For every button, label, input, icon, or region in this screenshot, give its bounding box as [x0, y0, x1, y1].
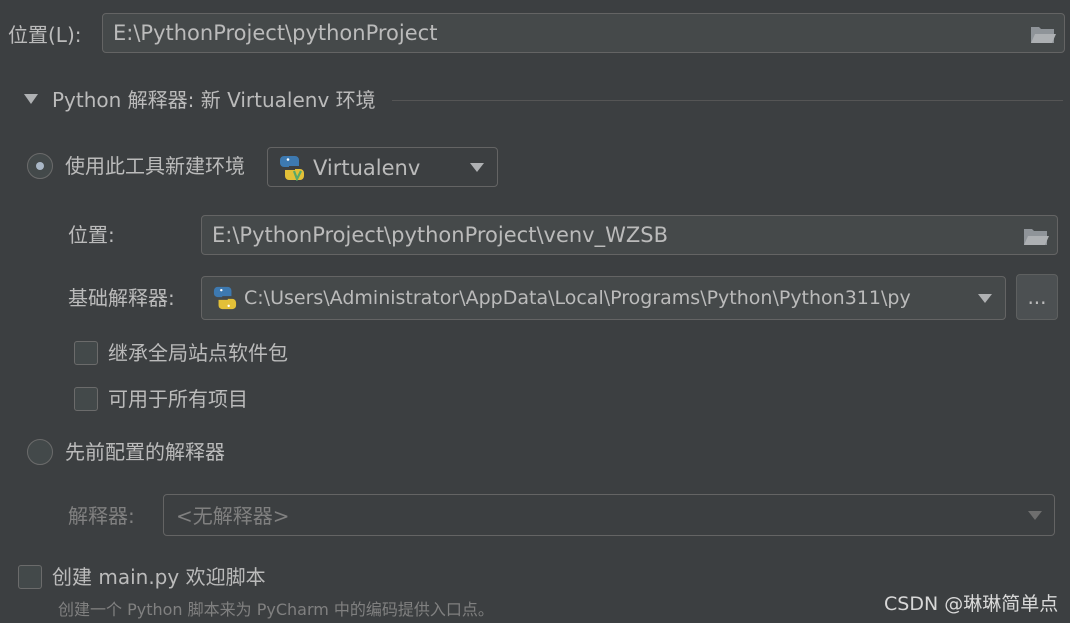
env-tool-selected: Virtualenv: [313, 156, 421, 180]
section-separator: [392, 100, 1063, 101]
base-interpreter-dropdown[interactable]: C:\Users\Administrator\AppData\Local\Pro…: [201, 276, 1006, 320]
virtualenv-icon: [280, 156, 304, 181]
chevron-down-icon: [470, 163, 484, 172]
available-all-projects-checkbox[interactable]: [74, 387, 98, 411]
new-env-radio[interactable]: [27, 153, 53, 179]
project-location-field[interactable]: E:\PythonProject\pythonProject: [102, 13, 1065, 53]
base-interpreter-value: C:\Users\Administrator\AppData\Local\Pro…: [244, 287, 911, 309]
previous-env-radio-label[interactable]: 先前配置的解释器: [65, 439, 225, 465]
interpreter-section-title[interactable]: Python 解释器: 新 Virtualenv 环境: [52, 87, 376, 113]
chevron-down-icon: [1028, 511, 1042, 520]
existing-interpreter-value: <无解释器>: [176, 504, 290, 528]
chevron-down-icon: [978, 294, 992, 303]
existing-interpreter-dropdown[interactable]: <无解释器>: [163, 494, 1055, 536]
existing-interpreter-label: 解释器:: [68, 504, 135, 528]
venv-location-label: 位置:: [68, 223, 115, 247]
folder-icon[interactable]: [1030, 24, 1056, 44]
radio-selected-dot: [36, 162, 44, 170]
available-all-projects-label[interactable]: 可用于所有项目: [108, 386, 248, 412]
browse-interpreter-button[interactable]: ...: [1016, 274, 1058, 320]
python-icon: [213, 286, 237, 310]
create-main-hint: 创建一个 Python 脚本来为 PyCharm 中的编码提供入口点。: [58, 600, 494, 619]
create-main-label[interactable]: 创建 main.py 欢迎脚本: [52, 564, 266, 590]
project-location-label: 位置(L):: [8, 23, 82, 47]
section-collapse-icon[interactable]: [24, 94, 38, 105]
inherit-packages-checkbox[interactable]: [74, 341, 98, 365]
base-interpreter-label: 基础解释器:: [68, 286, 175, 310]
venv-location-value: E:\PythonProject\pythonProject\venv_WZSB: [212, 223, 668, 247]
previous-env-radio[interactable]: [27, 439, 53, 465]
venv-location-field[interactable]: E:\PythonProject\pythonProject\venv_WZSB: [201, 215, 1058, 255]
folder-icon[interactable]: [1023, 226, 1049, 246]
project-location-value: E:\PythonProject\pythonProject: [113, 21, 438, 45]
csdn-watermark: CSDN @琳琳简单点: [884, 593, 1059, 615]
env-tool-dropdown[interactable]: Virtualenv: [267, 147, 498, 187]
new-env-radio-label[interactable]: 使用此工具新建环境: [65, 153, 245, 179]
create-main-checkbox[interactable]: [18, 565, 42, 589]
inherit-packages-label[interactable]: 继承全局站点软件包: [108, 340, 288, 366]
